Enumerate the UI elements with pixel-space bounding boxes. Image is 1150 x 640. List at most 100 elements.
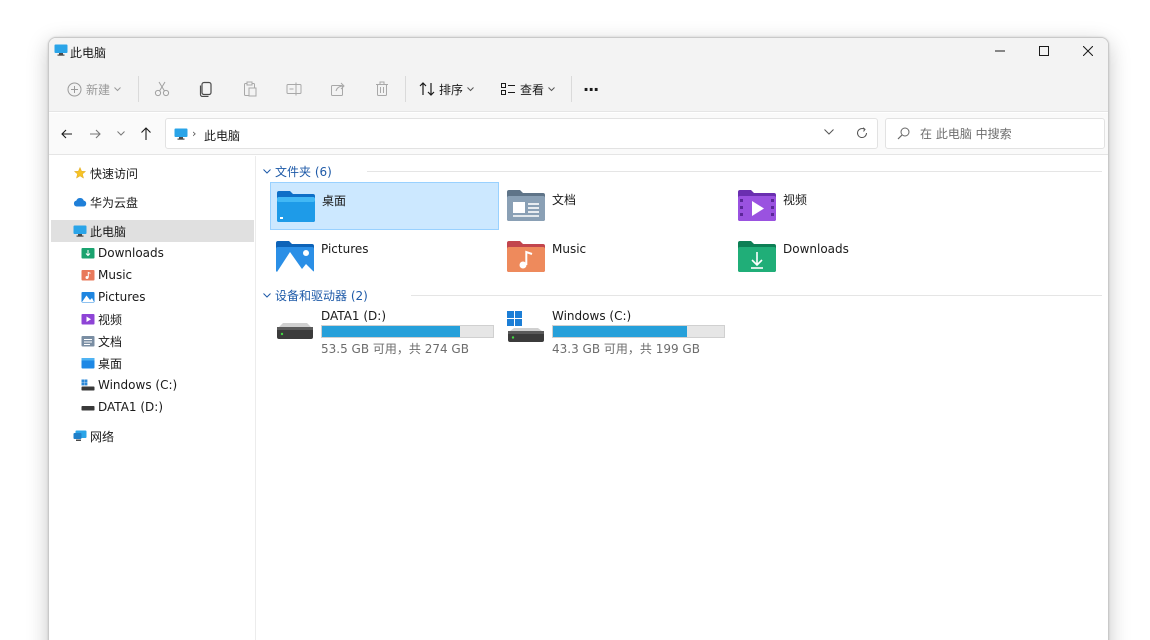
- minimize-button[interactable]: [978, 38, 1022, 64]
- search-input[interactable]: [920, 126, 1090, 142]
- share-button[interactable]: [330, 76, 346, 102]
- group-divider: [367, 171, 1102, 172]
- sidebar-item-data1-d[interactable]: DATA1 (D:): [51, 396, 254, 418]
- sidebar-item-label: DATA1 (D:): [98, 400, 164, 414]
- chevron-down-icon: [548, 86, 555, 91]
- maximize-button[interactable]: [1022, 38, 1066, 64]
- delete-button[interactable]: [374, 76, 390, 102]
- view-list-icon: [501, 83, 515, 95]
- drive-icon: [81, 406, 95, 411]
- search-icon: [897, 127, 910, 140]
- drive-usage-bar: [321, 325, 494, 338]
- chevron-down-icon: [263, 292, 271, 298]
- sidebar-item-desktop[interactable]: 桌面: [51, 352, 254, 374]
- view-button[interactable]: 查看: [500, 76, 555, 102]
- search-box[interactable]: [885, 118, 1105, 149]
- more-icon: ···: [583, 79, 599, 99]
- recent-locations-button[interactable]: [111, 124, 131, 144]
- forward-button[interactable]: [85, 124, 105, 144]
- address-bar[interactable]: › 此电脑: [165, 118, 878, 149]
- desktop-folder-icon: [277, 191, 315, 222]
- sidebar-item-quick-access[interactable]: 快速访问: [51, 162, 254, 184]
- drive-free-space: 43.3 GB 可用，共 199 GB: [552, 342, 700, 356]
- folders-group-header[interactable]: 文件夹 (6): [263, 162, 332, 180]
- pictures-folder-icon: [81, 292, 95, 303]
- network-icon: [73, 430, 87, 441]
- rename-button[interactable]: [286, 76, 302, 102]
- breadcrumb-this-pc[interactable]: 此电脑: [204, 127, 240, 144]
- sidebar-item-videos[interactable]: 视频: [51, 308, 254, 330]
- cloud-icon: [73, 197, 87, 207]
- folder-tile-downloads[interactable]: Downloads: [732, 233, 961, 281]
- folders-group-label: 文件夹 (6): [275, 164, 332, 179]
- sidebar-item-label: 网络: [90, 429, 115, 444]
- rename-icon: [286, 82, 302, 96]
- sort-label: 排序: [439, 82, 464, 97]
- paste-button[interactable]: [242, 76, 258, 102]
- folder-tile-documents[interactable]: 文档: [501, 182, 730, 230]
- chevron-down-icon: [117, 131, 125, 136]
- folder-tile-pictures[interactable]: Pictures: [270, 233, 499, 281]
- drive-icon: [277, 323, 313, 339]
- cut-icon: [154, 81, 170, 97]
- drive-usage-fill: [322, 326, 460, 337]
- sidebar-item-network[interactable]: 网络: [51, 425, 254, 447]
- maximize-icon: [1039, 46, 1049, 56]
- sidebar-item-windows-c[interactable]: Windows (C:): [51, 374, 254, 396]
- refresh-icon[interactable]: [856, 127, 868, 139]
- breadcrumb-separator-icon: ›: [192, 127, 197, 140]
- view-label: 查看: [520, 82, 545, 97]
- videos-folder-icon: [81, 314, 95, 325]
- sidebar-item-label: 文档: [98, 334, 123, 349]
- copy-button[interactable]: [198, 76, 214, 102]
- folder-name: Music: [552, 242, 587, 256]
- videos-folder-icon: [738, 190, 776, 221]
- sort-button[interactable]: 排序: [419, 76, 474, 102]
- sidebar-item-pictures[interactable]: Pictures: [51, 286, 254, 308]
- navigation-pane: 快速访问 华为云盘 此电脑 Downloads Music Pictures 视…: [49, 156, 256, 640]
- sidebar-item-downloads[interactable]: Downloads: [51, 242, 254, 264]
- cut-button[interactable]: [154, 76, 170, 102]
- command-bar: 新建 排序 查看 ···: [49, 66, 1108, 112]
- folder-name: Pictures: [321, 242, 369, 256]
- folder-name: 桌面: [322, 194, 347, 208]
- more-options-button[interactable]: ···: [583, 76, 599, 102]
- drive-tile-data1-d[interactable]: DATA1 (D:) 53.5 GB 可用，共 274 GB: [270, 307, 499, 357]
- drives-group-header[interactable]: 设备和驱动器 (2): [263, 286, 368, 304]
- up-button[interactable]: [136, 124, 156, 144]
- new-button[interactable]: 新建: [67, 76, 121, 102]
- back-button[interactable]: [57, 124, 77, 144]
- desktop-folder-icon: [81, 358, 95, 369]
- drive-usage-fill: [553, 326, 687, 337]
- drive-name: DATA1 (D:): [321, 309, 387, 323]
- delete-icon: [376, 81, 388, 96]
- folder-tile-videos[interactable]: 视频: [732, 182, 961, 230]
- group-divider: [411, 295, 1102, 296]
- sidebar-item-this-pc[interactable]: 此电脑: [51, 220, 254, 242]
- sidebar-item-huawei-cloud[interactable]: 华为云盘: [51, 191, 254, 213]
- new-label: 新建: [86, 82, 111, 97]
- sidebar-item-music[interactable]: Music: [51, 264, 254, 286]
- pictures-folder-icon: [276, 241, 314, 272]
- address-dropdown-icon[interactable]: [824, 129, 834, 135]
- sidebar-item-label: Windows (C:): [98, 378, 178, 392]
- sidebar-item-label: 华为云盘: [90, 195, 139, 210]
- toolbar-divider: [138, 76, 139, 102]
- sidebar-item-label: 桌面: [98, 356, 123, 371]
- toolbar-divider: [405, 76, 406, 102]
- windows-drive-icon: [507, 311, 544, 342]
- music-folder-icon: [507, 241, 545, 272]
- folder-tile-music[interactable]: Music: [501, 233, 730, 281]
- folder-name: 视频: [783, 193, 808, 207]
- drive-tile-windows-c[interactable]: Windows (C:) 43.3 GB 可用，共 199 GB: [501, 307, 730, 357]
- copy-icon: [199, 81, 212, 97]
- chevron-down-icon: [467, 86, 474, 91]
- drive-name: Windows (C:): [552, 309, 632, 323]
- close-button[interactable]: [1066, 38, 1108, 64]
- sidebar-item-label: Pictures: [98, 290, 146, 304]
- minimize-icon: [995, 50, 1005, 52]
- chevron-down-icon: [114, 86, 121, 91]
- folder-tile-desktop[interactable]: 桌面: [270, 182, 499, 230]
- sidebar-item-documents[interactable]: 文档: [51, 330, 254, 352]
- documents-folder-icon: [81, 336, 95, 347]
